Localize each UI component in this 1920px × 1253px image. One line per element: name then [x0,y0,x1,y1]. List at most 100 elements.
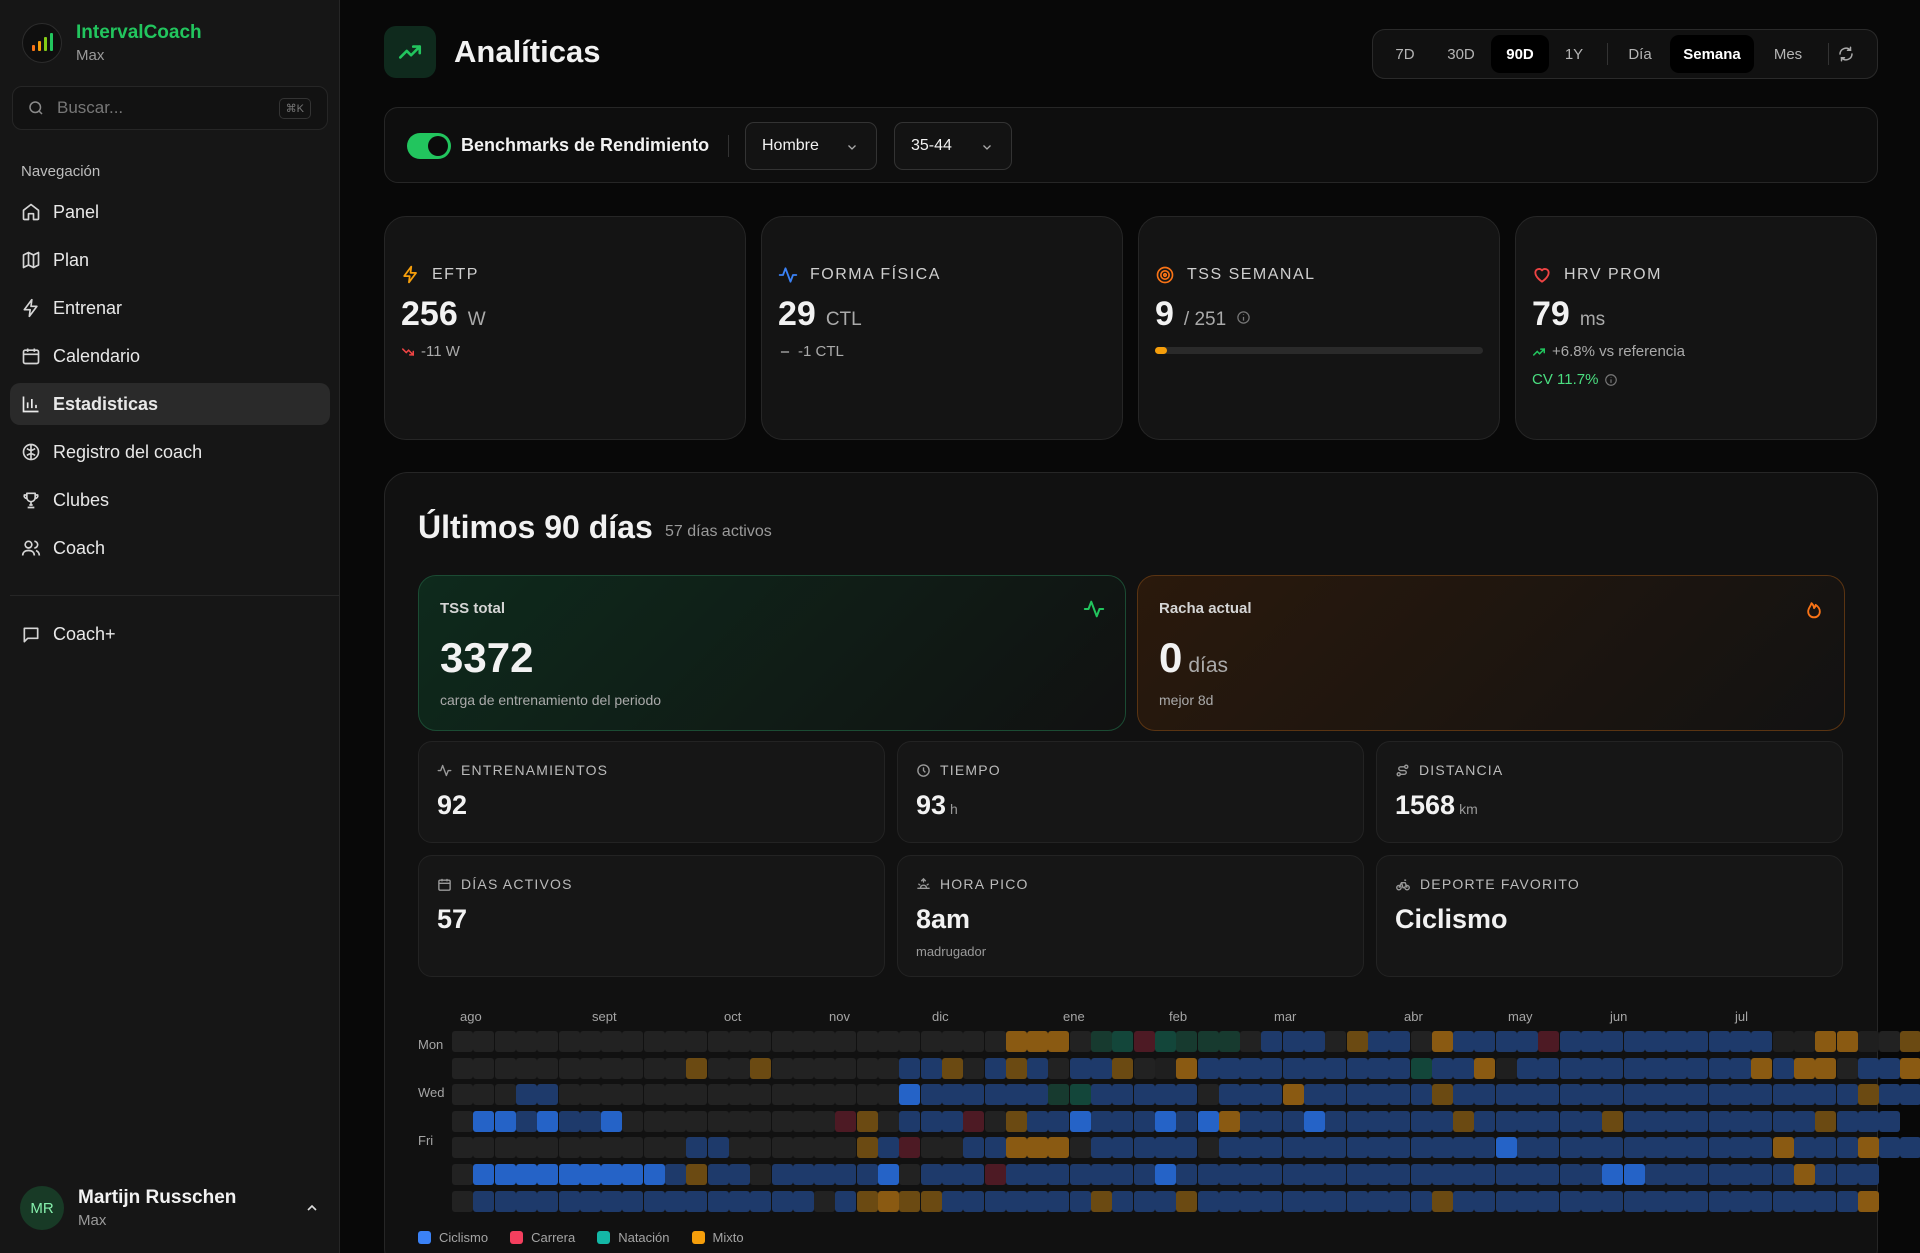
heatmap-cell[interactable] [537,1057,559,1079]
heatmap-cell[interactable] [1836,1164,1858,1185]
heatmap-cell[interactable] [1197,1084,1219,1106]
heatmap-cell[interactable] [1559,1190,1581,1212]
heatmap-cell[interactable] [1367,1190,1389,1212]
heatmap-cell[interactable] [1708,1190,1730,1212]
heatmap-cell[interactable] [984,1057,1006,1079]
heatmap-cell[interactable] [643,1031,665,1052]
heatmap-cell[interactable] [1644,1164,1666,1185]
heatmap-cell[interactable] [963,1084,985,1106]
heatmap-cell[interactable] [1580,1137,1602,1159]
heatmap-cell[interactable] [728,1031,750,1052]
heatmap-cell[interactable] [1708,1110,1730,1132]
heatmap-cell[interactable] [665,1031,686,1052]
heatmap-cell[interactable] [494,1137,516,1159]
heatmap-cell[interactable] [814,1164,836,1185]
user-menu[interactable]: MR Martijn Russchen Max [20,1186,320,1230]
heatmap-cell[interactable] [856,1190,878,1212]
heatmap-cell[interactable] [1282,1057,1304,1079]
heatmap-cell[interactable] [1410,1084,1432,1106]
heatmap-cell[interactable] [601,1164,623,1185]
heatmap-cell[interactable] [792,1110,814,1132]
heatmap-cell[interactable] [1048,1137,1070,1159]
heatmap-cell[interactable] [1559,1137,1581,1159]
heatmap-cell[interactable] [1495,1164,1517,1185]
heatmap-cell[interactable] [1410,1110,1432,1132]
heatmap-cell[interactable] [750,1137,772,1159]
heatmap-cell[interactable] [473,1057,495,1079]
heatmap-cell[interactable] [1644,1110,1666,1132]
heatmap-cell[interactable] [579,1110,601,1132]
heatmap-cell[interactable] [1538,1110,1560,1132]
heatmap-cell[interactable] [1495,1190,1517,1212]
heatmap-cell[interactable] [1240,1110,1262,1132]
heatmap-cell[interactable] [601,1031,623,1052]
heatmap-cell[interactable] [1879,1031,1901,1052]
heatmap-cell[interactable] [878,1137,899,1159]
heatmap-cell[interactable] [1602,1031,1624,1052]
heatmap-cell[interactable] [1453,1137,1475,1159]
heatmap-cell[interactable] [1346,1031,1368,1052]
heatmap-cell[interactable] [1517,1164,1538,1185]
heatmap-cell[interactable] [1644,1031,1666,1052]
heatmap-cell[interactable] [1176,1164,1198,1185]
heatmap-cell[interactable] [1367,1084,1389,1106]
heatmap-cell[interactable] [1879,1110,1901,1132]
heatmap-cell[interactable] [707,1190,729,1212]
heatmap-cell[interactable] [878,1164,899,1185]
heatmap-cell[interactable] [1282,1137,1304,1159]
heatmap-cell[interactable] [1538,1057,1560,1079]
info-icon[interactable] [1604,373,1618,387]
stat-card-favorite-sport[interactable]: DEPORTE FAVORITO Ciclismo [1376,855,1843,977]
heatmap-cell[interactable] [1431,1164,1453,1185]
heatmap-cell[interactable] [1836,1084,1858,1106]
heatmap-cell[interactable] [1304,1190,1325,1212]
heatmap-cell[interactable] [771,1057,793,1079]
heatmap-cell[interactable] [1538,1084,1560,1106]
heatmap-cell[interactable] [1091,1110,1112,1132]
heatmap-cell[interactable] [1730,1110,1751,1132]
heatmap-cell[interactable] [1815,1164,1837,1185]
heatmap-cell[interactable] [1048,1164,1070,1185]
heatmap-cell[interactable] [1261,1110,1283,1132]
heatmap-cell[interactable] [1069,1110,1091,1132]
heatmap-cell[interactable] [707,1164,729,1185]
heatmap-cell[interactable] [665,1137,686,1159]
heatmap-cell[interactable] [1389,1110,1411,1132]
heatmap-cell[interactable] [1751,1137,1773,1159]
heatmap-cell[interactable] [1218,1110,1240,1132]
heatmap-cell[interactable] [665,1084,686,1106]
benchmarks-toggle[interactable] [407,133,451,159]
heatmap-cell[interactable] [1346,1190,1368,1212]
heatmap-cell[interactable] [643,1057,665,1079]
heatmap-cell[interactable] [1580,1031,1602,1052]
heatmap-cell[interactable] [1261,1164,1283,1185]
brand[interactable]: IntervalCoach Max [22,22,202,64]
heatmap-cell[interactable] [558,1190,580,1212]
granularity-day-button[interactable]: Día [1616,35,1664,73]
heatmap-cell[interactable] [1815,1031,1837,1052]
heatmap-cell[interactable] [643,1164,665,1185]
heatmap-cell[interactable] [856,1031,878,1052]
heatmap-cell[interactable] [1027,1110,1049,1132]
heatmap-cell[interactable] [686,1057,708,1079]
heatmap-cell[interactable] [1069,1137,1091,1159]
kpi-card-eftp[interactable]: EFTP 256 W -11 W [384,216,746,440]
heatmap-cell[interactable] [750,1190,772,1212]
heatmap-cell[interactable] [1027,1031,1049,1052]
heatmap-cell[interactable] [1751,1057,1773,1079]
heatmap-cell[interactable] [1091,1031,1112,1052]
heatmap-cell[interactable] [473,1137,495,1159]
heatmap-cell[interactable] [1112,1190,1134,1212]
heatmap-cell[interactable] [1857,1031,1879,1052]
heatmap-cell[interactable] [1389,1031,1411,1052]
heatmap-cell[interactable] [728,1190,750,1212]
heatmap-cell[interactable] [537,1190,559,1212]
heatmap-cell[interactable] [1751,1110,1773,1132]
heatmap-cell[interactable] [1644,1057,1666,1079]
heatmap-cell[interactable] [1517,1110,1538,1132]
heatmap-cell[interactable] [771,1137,793,1159]
heatmap-cell[interactable] [1240,1164,1262,1185]
heatmap-cell[interactable] [1218,1164,1240,1185]
heatmap-cell[interactable] [1602,1190,1624,1212]
heatmap-cell[interactable] [1730,1031,1751,1052]
